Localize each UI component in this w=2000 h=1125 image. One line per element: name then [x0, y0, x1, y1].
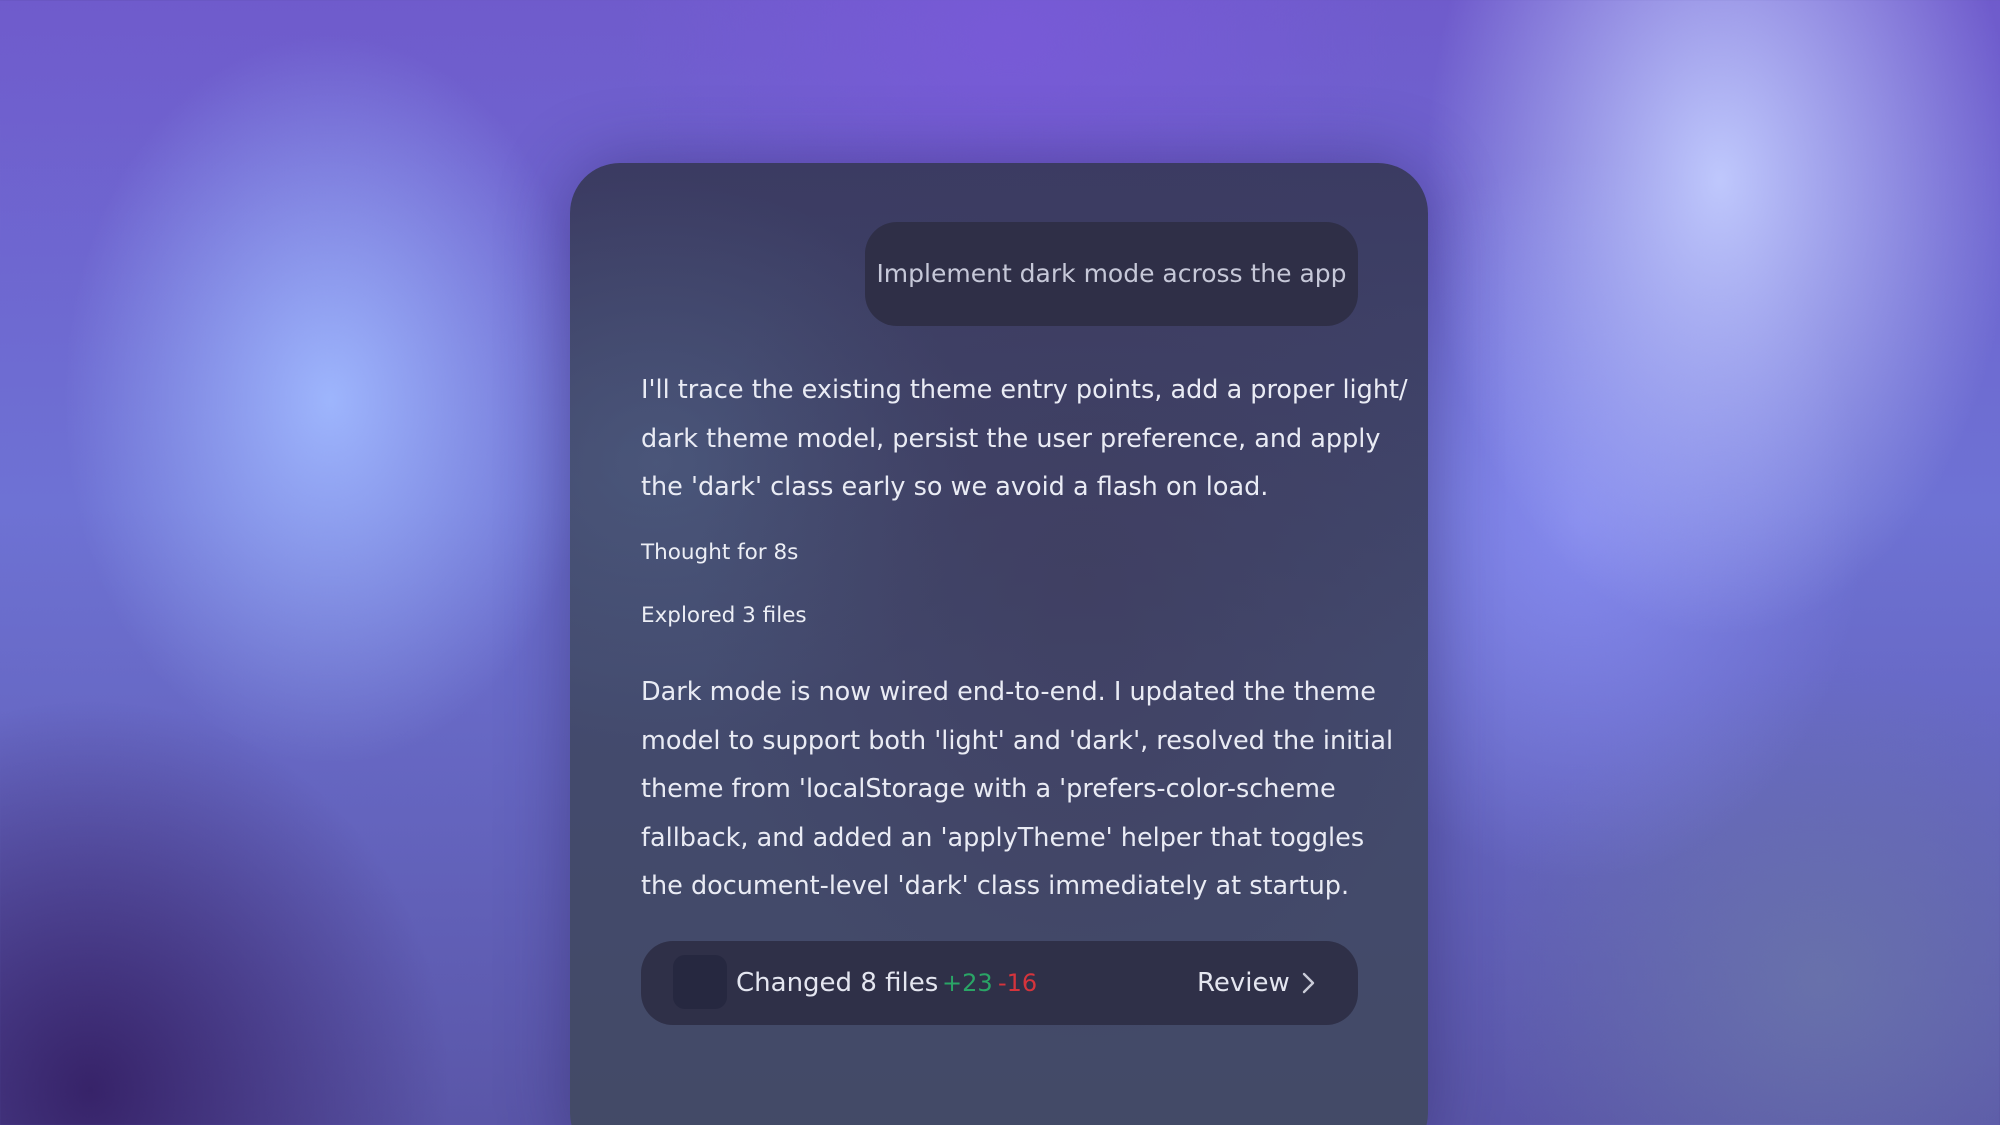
summary-line: model to support both 'light' and 'dark'…	[641, 725, 1394, 756]
review-label: Review	[1197, 968, 1290, 998]
assistant-intro-message: I'll trace the existing theme entry poin…	[641, 366, 1408, 512]
additions-count: +23	[942, 969, 993, 997]
explored-files-toggle[interactable]: Explored 3 files	[641, 603, 807, 628]
thought-duration-toggle[interactable]: Thought for 8s	[641, 540, 798, 565]
review-button[interactable]: Review	[1186, 941, 1336, 1025]
changed-files-label: Changed 8 files	[736, 968, 939, 998]
assistant-summary-message: Dark mode is now wired end-to-end. I upd…	[641, 668, 1394, 911]
summary-line: the document-level 'dark' class immediat…	[641, 871, 1350, 901]
intro-line: the 'dark' class early so we avoid a fla…	[641, 472, 1269, 502]
user-message-bubble: Implement dark mode across the app	[865, 222, 1358, 326]
changed-files-bar[interactable]: Changed 8 files +23 -16 Review	[641, 941, 1358, 1025]
file-icon	[673, 955, 727, 1009]
intro-line: dark theme model, persist the user prefe…	[641, 423, 1381, 454]
summary-line: Dark mode is now wired end-to-end. I upd…	[641, 677, 1376, 707]
chat-panel: Implement dark mode across the app I'll …	[570, 163, 1428, 1125]
summary-line: theme from 'localStorage with a 'prefers…	[641, 774, 1336, 804]
intro-line: I'll trace the existing theme entry poin…	[641, 375, 1408, 405]
deletions-count: -16	[998, 969, 1038, 997]
chevron-right-icon	[1302, 972, 1315, 994]
summary-line: fallback, and added an 'applyTheme' help…	[641, 822, 1365, 853]
